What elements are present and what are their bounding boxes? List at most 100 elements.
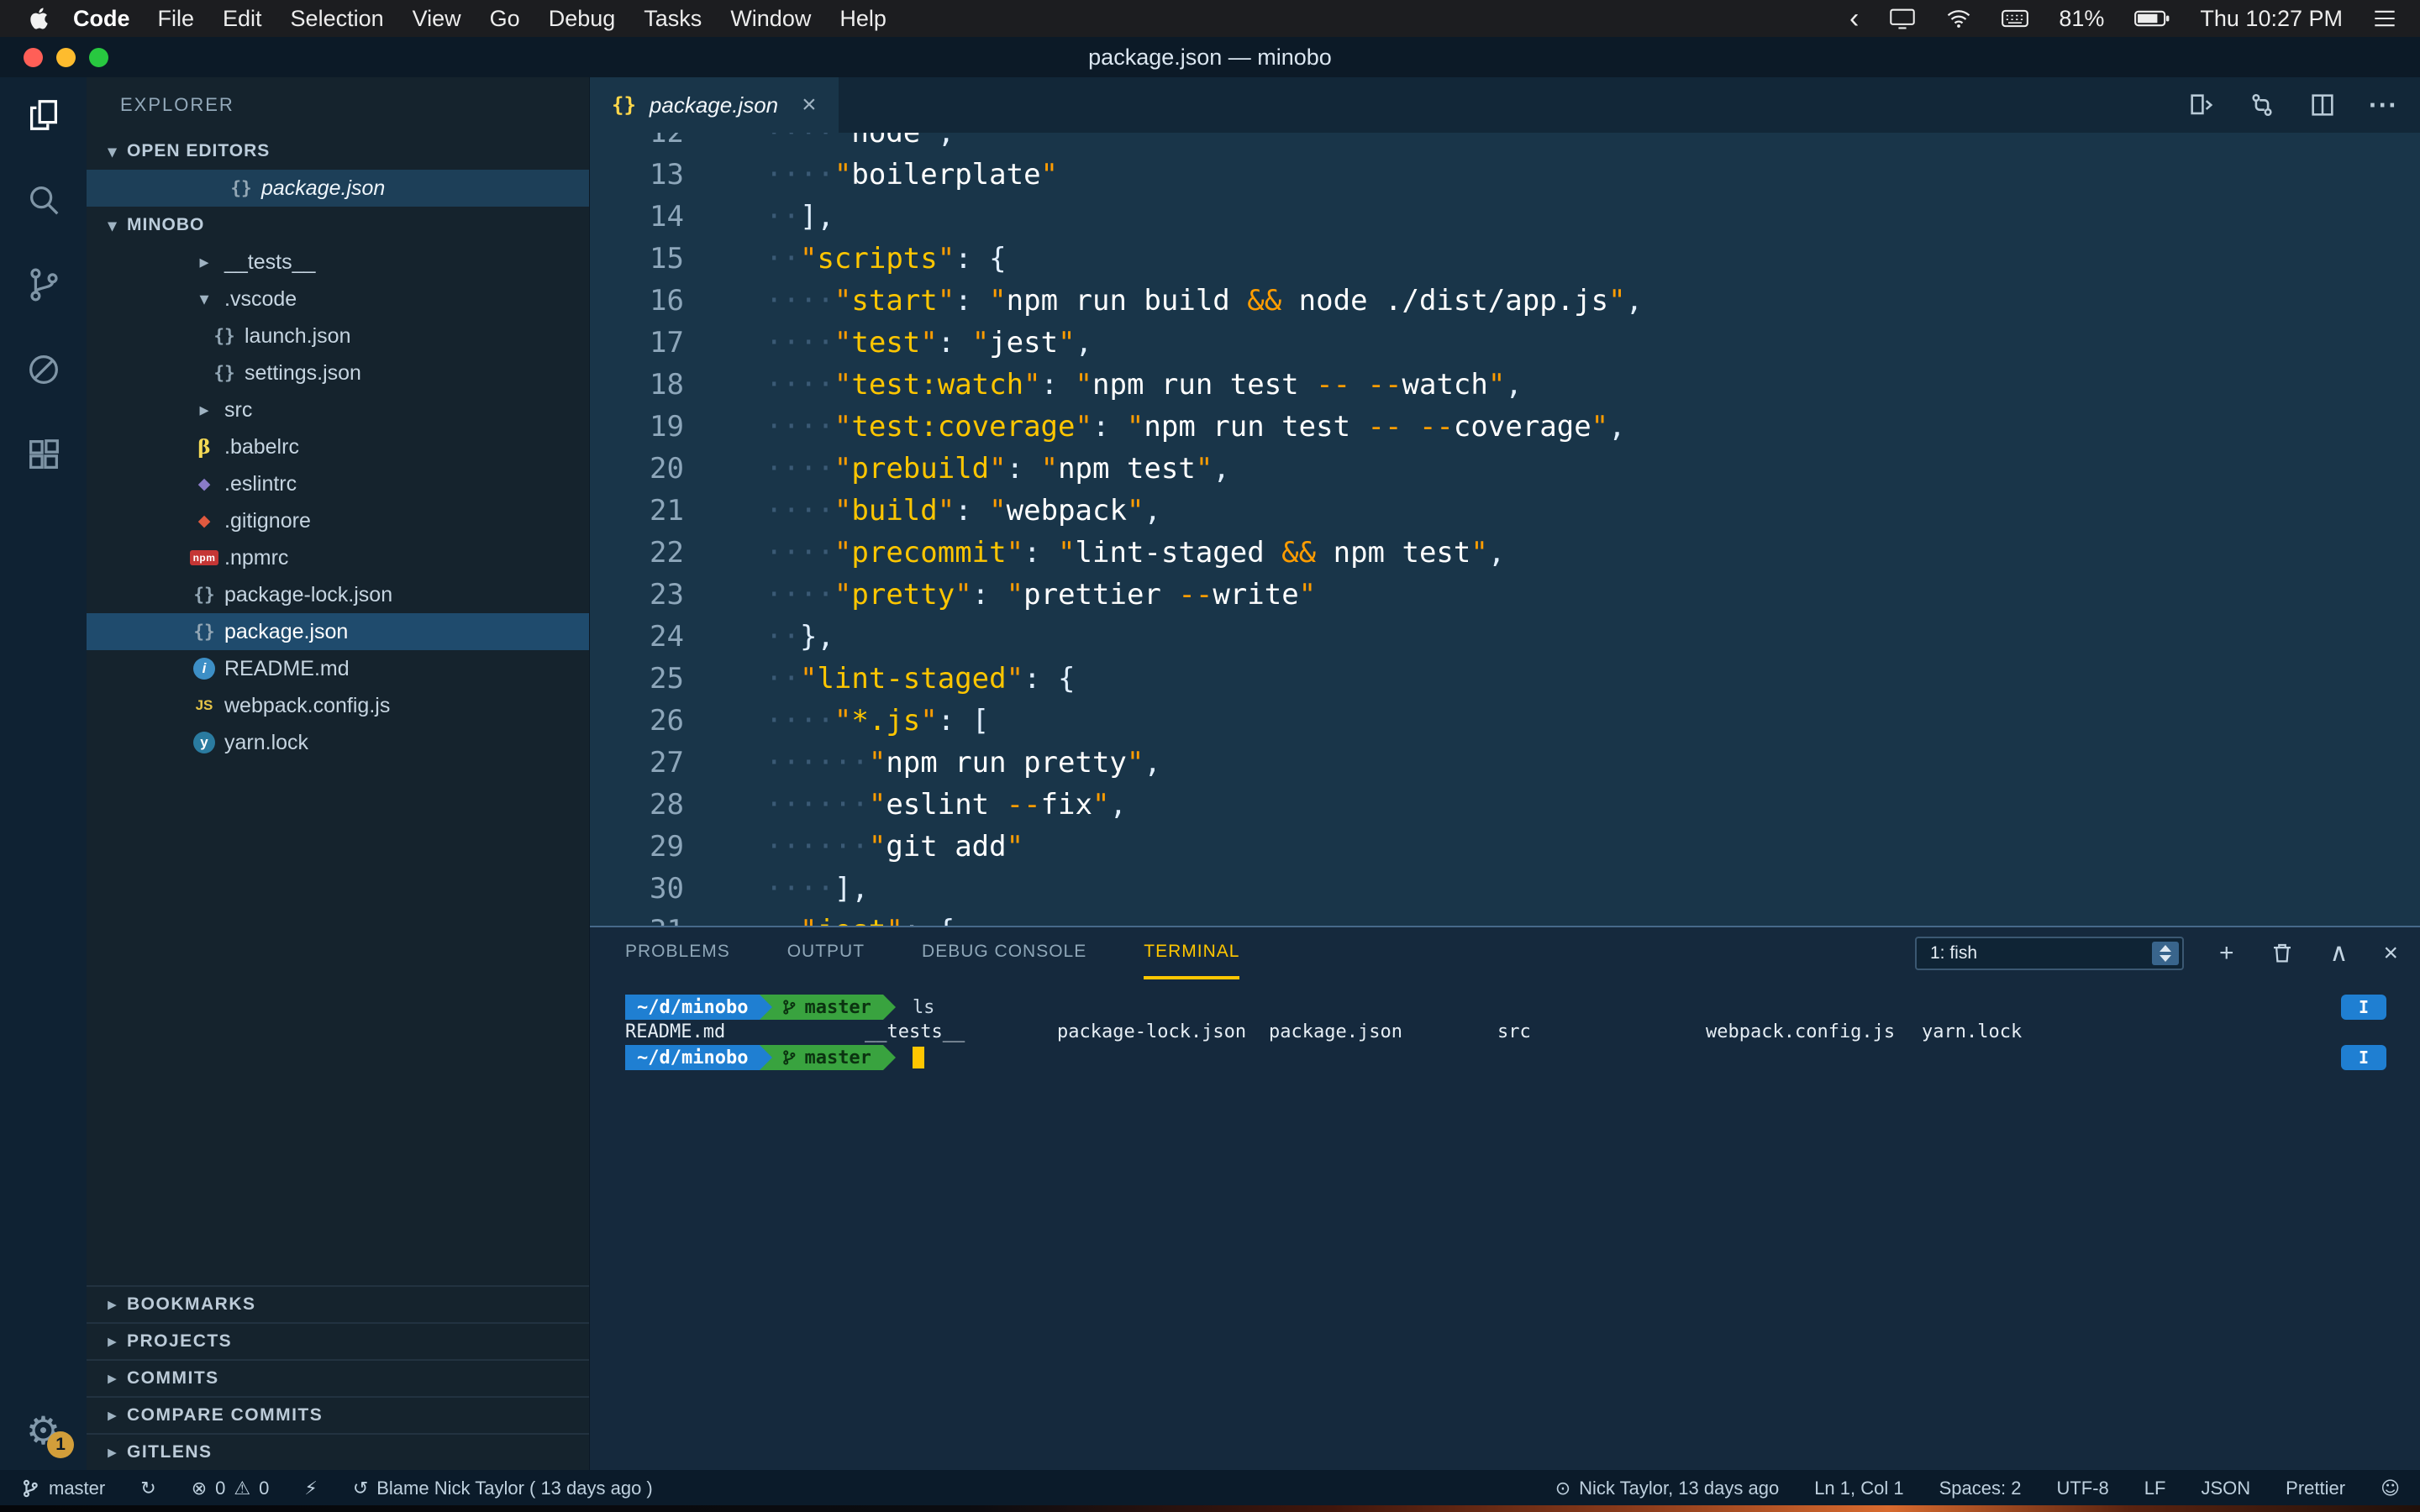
tree-item-yarn.lock[interactable]: yyarn.lock [87, 724, 589, 761]
tree-item-.babelrc[interactable]: β.babelrc [87, 428, 589, 465]
language-indicator[interactable]: JSON [2201, 1478, 2250, 1499]
sync-icon[interactable]: ↻ [140, 1478, 155, 1499]
file-label: .babelrc [224, 435, 299, 459]
cursor-position[interactable]: Ln 1, Col 1 [1814, 1478, 1903, 1499]
js-file-icon: JS [187, 697, 221, 714]
error-icon: ⊗ [192, 1478, 207, 1499]
extensions-icon[interactable] [24, 435, 63, 474]
code-text: ····"boilerplate" [765, 154, 1058, 196]
menu-item-tasks[interactable]: Tasks [644, 6, 702, 32]
code-text: ······"npm run pretty", [765, 742, 1161, 784]
menu-item-help[interactable]: Help [839, 6, 886, 32]
indentation-indicator[interactable]: Spaces: 2 [1939, 1478, 2022, 1499]
menu-item-go[interactable]: Go [490, 6, 520, 32]
tree-item-README.md[interactable]: iREADME.md [87, 650, 589, 687]
folder-chevron-icon: ▾ [187, 288, 221, 310]
debug-icon[interactable] [24, 350, 63, 389]
battery-icon[interactable] [2134, 10, 2170, 27]
apple-menu-icon[interactable] [29, 6, 50, 31]
gitlens-author-button[interactable]: ⊙ Nick Taylor, 13 days ago [1555, 1478, 1780, 1499]
close-tab-icon[interactable]: × [802, 92, 817, 118]
powerline-arrow-icon [883, 1045, 896, 1070]
sidebar-section-compare-commits[interactable]: ▸COMPARE COMMITS [87, 1396, 589, 1433]
gitlens-blame-button[interactable]: ↺ Blame Nick Taylor ( 13 days ago ) [353, 1478, 653, 1499]
panel-header: PROBLEMS OUTPUT DEBUG CONSOLE TERMINAL 1: f… [590, 927, 2420, 979]
search-icon[interactable] [24, 181, 63, 219]
panel-tab-problems[interactable]: PROBLEMS [625, 927, 730, 979]
lightning-icon[interactable]: ⚡ [304, 1478, 317, 1499]
menu-item-debug[interactable]: Debug [549, 6, 616, 32]
feedback-smiley-icon[interactable]: ☺ [2381, 1478, 2400, 1499]
open-changes-icon[interactable] [2187, 91, 2216, 119]
tree-item-.vscode[interactable]: ▾.vscode [87, 281, 589, 318]
git-compare-icon[interactable] [2248, 91, 2276, 119]
split-editor-icon[interactable] [2308, 91, 2337, 119]
sidebar-section-gitlens[interactable]: ▸GITLENS [87, 1433, 589, 1470]
new-terminal-icon[interactable]: + [2219, 941, 2234, 966]
tree-item-launch.json[interactable]: {}launch.json [87, 318, 589, 354]
maximize-panel-icon[interactable]: ∧ [2330, 941, 2349, 966]
selector-stepper-icon[interactable] [2152, 942, 2179, 965]
menu-item-edit[interactable]: Edit [223, 6, 262, 32]
display-icon[interactable] [1889, 6, 1916, 31]
chevron-left-icon[interactable]: ‹ [1849, 6, 1859, 31]
menu-item-file[interactable]: File [158, 6, 195, 32]
file-label: package.json [224, 620, 348, 644]
app-menu[interactable]: Code [73, 6, 130, 32]
problems-indicator[interactable]: ⊗ 0 ⚠ 0 [192, 1478, 270, 1499]
line-number: 31 [590, 910, 684, 926]
json-file-icon: {} [208, 363, 241, 383]
tree-item-webpack.config.js[interactable]: JSwebpack.config.js [87, 687, 589, 724]
menubar-status-area: ‹ 81% Thu 10:27 PM [1849, 6, 2396, 32]
code-text: ····"test": "jest", [765, 322, 1092, 364]
notification-center-icon[interactable] [2373, 8, 2396, 29]
menubar-clock[interactable]: Thu 10:27 PM [2200, 6, 2343, 32]
kill-terminal-icon[interactable] [2270, 941, 2295, 966]
panel-tab-output[interactable]: OUTPUT [787, 927, 865, 979]
eol-indicator[interactable]: LF [2144, 1478, 2166, 1499]
tree-item-.gitignore[interactable]: ◆.gitignore [87, 502, 589, 539]
open-editors-header[interactable]: ▾ OPEN EDITORS [87, 133, 589, 170]
tree-item-settings.json[interactable]: {}settings.json [87, 354, 589, 391]
tab-package-json[interactable]: {} package.json × [590, 77, 839, 133]
wifi-icon[interactable] [1946, 8, 1971, 29]
tree-item-src[interactable]: ▸src [87, 391, 589, 428]
explorer-icon[interactable] [24, 96, 63, 134]
close-panel-icon[interactable]: × [2383, 941, 2398, 966]
tree-item-__tests__[interactable]: ▸__tests__ [87, 244, 589, 281]
panel-tab-debug-console[interactable]: DEBUG CONSOLE [922, 927, 1086, 979]
encoding-indicator[interactable]: UTF-8 [2056, 1478, 2108, 1499]
tree-item-.eslintrc[interactable]: ◆.eslintrc [87, 465, 589, 502]
open-editor-item[interactable]: {}package.json [87, 170, 589, 207]
tree-item-package-lock.json[interactable]: {}package-lock.json [87, 576, 589, 613]
panel-tab-terminal[interactable]: TERMINAL [1144, 927, 1239, 979]
tree-item-.npmrc[interactable]: npm.npmrc [87, 539, 589, 576]
code-editor[interactable]: 12····"node",13····"boilerplate"14··],15… [590, 133, 2420, 926]
sidebar-section-commits[interactable]: ▸COMMITS [87, 1359, 589, 1396]
menu-item-window[interactable]: Window [730, 6, 811, 32]
menu-item-view[interactable]: View [413, 6, 461, 32]
keyboard-icon[interactable] [2002, 9, 2028, 28]
sidebar-section-bookmarks[interactable]: ▸BOOKMARKS [87, 1285, 589, 1322]
terminal-listing-item: package.json [1269, 1021, 1402, 1042]
more-actions-icon[interactable]: ··· [2369, 97, 2398, 113]
section-label: BOOKMARKS [127, 1294, 256, 1315]
section-chevron-icon: ▸ [98, 1295, 127, 1315]
tree-item-package.json[interactable]: {}package.json [87, 613, 589, 650]
menu-item-selection[interactable]: Selection [291, 6, 384, 32]
code-text: ····"test:watch": "npm run test -- --wat… [765, 364, 1523, 406]
code-text: ····"node", [765, 133, 955, 154]
project-header[interactable]: ▾ MINOBO [87, 207, 589, 244]
source-control-icon[interactable] [24, 265, 63, 304]
terminal-listing-item: webpack.config.js [1706, 1021, 1895, 1042]
git-branch-indicator[interactable]: master [20, 1478, 105, 1499]
folder-chevron-icon: ▸ [187, 399, 221, 421]
terminal-selector[interactable]: 1: fish [1915, 937, 2184, 970]
line-number: 20 [590, 448, 684, 490]
code-text: ····], [765, 868, 869, 910]
terminal-content[interactable]: ~/d/minobo master ls README.md__tests__p… [625, 995, 2395, 1095]
terminal-listing-item: README.md [625, 1021, 725, 1042]
sidebar-section-projects[interactable]: ▸PROJECTS [87, 1322, 589, 1359]
formatter-indicator[interactable]: Prettier [2286, 1478, 2345, 1499]
babel-icon: β [187, 436, 221, 459]
